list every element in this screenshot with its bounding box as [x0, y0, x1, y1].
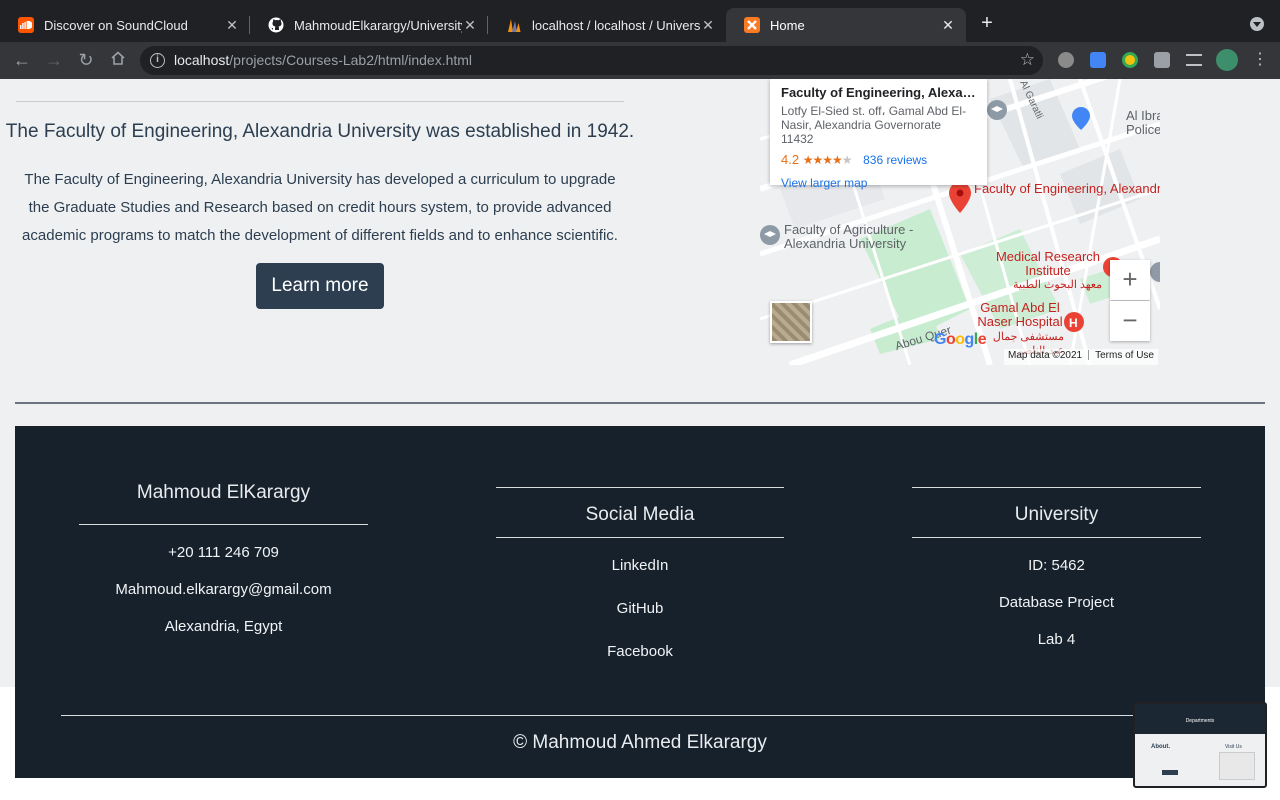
footer-social: Social Media LinkedIn GitHub Facebook	[496, 487, 784, 660]
divider	[61, 715, 1219, 716]
translate-extension-icon[interactable]	[1090, 52, 1106, 68]
divider	[496, 537, 784, 538]
place-card: Faculty of Engineering, Alexan... Lotfy …	[770, 79, 987, 190]
star-rating-icon: ★★★★★	[802, 153, 853, 167]
place-rating: 4.2 ★★★★★ 836 reviews	[781, 152, 976, 167]
about-body: The Faculty of Engineering, Alexandria U…	[22, 171, 618, 244]
map-label-medical: Medical Research Institute	[995, 249, 1101, 278]
avatar[interactable]	[1216, 49, 1238, 71]
map-label-medical-ar: معهد البحوث الطبية	[1013, 279, 1102, 291]
map-label-hospital: Gamal Abd El Naser Hospital	[977, 300, 1063, 329]
google-map[interactable]: H Faculty of Engineering, Alexandria Uni…	[760, 79, 1160, 365]
soundcloud-icon	[18, 17, 34, 33]
extensions-puzzle-icon[interactable]	[1154, 52, 1170, 68]
github-icon	[268, 17, 284, 33]
divider	[912, 487, 1201, 488]
footer-university-title: University	[1014, 504, 1099, 525]
xampp-icon	[744, 17, 760, 33]
learn-more-button[interactable]: Learn more	[256, 263, 384, 309]
zoom-out-button[interactable]: −	[1110, 301, 1150, 341]
footer-link-facebook[interactable]: Facebook	[496, 643, 784, 660]
divider	[16, 101, 624, 102]
footer-contact: Mahmoud ElKarargy +20 111 246 709 Mahmou…	[79, 482, 368, 635]
close-icon[interactable]: ✕	[700, 17, 716, 34]
phpmyadmin-icon	[506, 17, 522, 33]
copyright-text: © Mahmoud Ahmed Elkarargy	[513, 732, 767, 753]
close-icon[interactable]: ✕	[462, 17, 478, 34]
tab-home[interactable]: Home ✕	[726, 8, 966, 42]
tab-label: Home	[770, 17, 805, 33]
forward-icon[interactable]: →	[43, 50, 65, 72]
reload-icon[interactable]: ↻	[75, 50, 97, 72]
divider	[79, 524, 368, 525]
browser-toolbar: ← → ↻ i localhost/projects/Courses-Lab2/…	[0, 42, 1280, 79]
tab-soundcloud[interactable]: Discover on SoundCloud ✕	[0, 8, 250, 42]
tab-search-icon[interactable]	[1250, 17, 1264, 31]
extension-ring-icon[interactable]	[1058, 52, 1074, 68]
map-label-faculty-eng: Faculty of Engineering, Alexandria Unive…	[974, 181, 1160, 196]
divider	[496, 487, 784, 488]
footer-contact-title: Mahmoud ElKarargy	[136, 482, 311, 503]
page-content: The Faculty of Engineering, Alexandria U…	[0, 79, 1280, 800]
map-attribution: Map data ©2021 Terms of Use	[1004, 349, 1158, 365]
tab-label: MahmoudElkarargy/University-	[294, 17, 462, 33]
tab-label: Discover on SoundCloud	[44, 17, 188, 33]
tab-label: localhost / localhost / Universit	[532, 17, 700, 33]
site-info-icon[interactable]: i	[150, 53, 165, 68]
google-logo: Google	[934, 331, 987, 348]
tab-phpmyadmin[interactable]: localhost / localhost / Universit ✕	[488, 8, 726, 42]
site-footer: Mahmoud ElKarargy +20 111 246 709 Mahmou…	[15, 426, 1265, 778]
satellite-toggle[interactable]	[770, 301, 812, 343]
rating-score: 4.2	[781, 152, 800, 167]
browser-menu-icon[interactable]: ⋮	[1252, 51, 1268, 69]
preview-about: About.	[1151, 744, 1170, 750]
extension-compass-icon[interactable]	[1122, 52, 1138, 68]
divider	[15, 402, 1265, 404]
footer-phone: +20 111 246 709	[168, 544, 279, 561]
view-larger-map-link[interactable]: View larger map	[781, 176, 976, 190]
preview-visit: Visit Us	[1225, 744, 1242, 750]
footer-university: University ID: 5462 Database Project Lab…	[912, 487, 1201, 648]
svg-text:H: H	[1069, 316, 1078, 330]
map-data-text: Map data ©2021	[1008, 350, 1083, 361]
map-label-police: Police	[1126, 122, 1160, 137]
zoom-in-button[interactable]: +	[1110, 260, 1150, 300]
footer-university-lab: Lab 4	[1037, 631, 1076, 648]
new-tab-button[interactable]: +	[976, 13, 998, 35]
footer-email[interactable]: Mahmoud.elkarargy@gmail.com	[79, 581, 368, 598]
divider	[912, 537, 1201, 538]
reviews-link[interactable]: 836 reviews	[863, 153, 927, 167]
place-title: Faculty of Engineering, Alexan...	[781, 85, 976, 100]
map-label-al-ibra: Al Ibra	[1126, 108, 1160, 123]
home-icon[interactable]	[107, 50, 129, 72]
preview-title: Departments	[1185, 718, 1215, 724]
close-icon[interactable]: ✕	[224, 17, 240, 34]
bookmark-star-icon[interactable]: ☆	[1020, 50, 1035, 70]
preview-map	[1219, 752, 1255, 780]
footer-location: Alexandria, Egypt	[164, 618, 283, 635]
place-address: Lotfy El-Sied st. off، Gamal Abd El-Nasi…	[781, 104, 967, 146]
preview-button	[1162, 770, 1178, 775]
about-heading: The Faculty of Engineering, Alexandria U…	[5, 121, 635, 142]
terms-link[interactable]: Terms of Use	[1095, 350, 1154, 361]
close-icon[interactable]: ✕	[940, 17, 956, 34]
footer-university-project: Database Project	[998, 594, 1115, 611]
tab-github[interactable]: MahmoudElkarargy/University- ✕	[250, 8, 488, 42]
footer-link-github[interactable]: GitHub	[496, 600, 784, 617]
media-control-icon[interactable]	[1186, 54, 1202, 66]
footer-university-id: ID: 5462	[1028, 557, 1085, 574]
address-bar[interactable]: i localhost/projects/Courses-Lab2/html/i…	[140, 46, 1043, 75]
page-preview-thumbnail[interactable]: Departments About. Visit Us	[1133, 702, 1267, 788]
footer-link-linkedin[interactable]: LinkedIn	[496, 557, 784, 574]
footer-social-title: Social Media	[585, 504, 695, 525]
url-text: localhost/projects/Courses-Lab2/html/ind…	[174, 52, 473, 68]
map-label-faculty-agri: Faculty of Agriculture - Alexandria Univ…	[784, 222, 914, 251]
tab-strip: Discover on SoundCloud ✕ MahmoudElkararg…	[0, 0, 1280, 42]
back-icon[interactable]: ←	[11, 50, 33, 72]
